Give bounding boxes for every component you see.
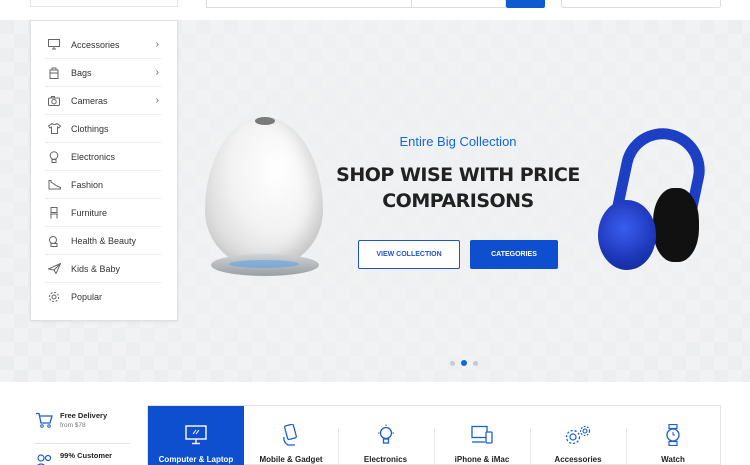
category-item-accessories[interactable]: Accessories › bbox=[45, 31, 161, 59]
chair-icon bbox=[47, 206, 61, 219]
strip-item-label: Computer & Laptop bbox=[158, 455, 234, 464]
category-item-popular[interactable]: Popular bbox=[45, 283, 161, 311]
all-categories-toggle[interactable] bbox=[30, 0, 178, 7]
chevron-right-icon: › bbox=[155, 95, 159, 106]
hero-title: SHOP WISE WITH PRICE COMPARISONS bbox=[330, 162, 586, 214]
search-input[interactable] bbox=[206, 0, 506, 8]
shoe-icon bbox=[47, 179, 61, 191]
header-strip bbox=[0, 0, 750, 20]
chevron-right-icon: › bbox=[155, 39, 159, 50]
categories-button[interactable]: CATEGORIES bbox=[470, 240, 558, 269]
strip-item-iphone-imac[interactable]: iPhone & iMac bbox=[434, 406, 530, 465]
chevron-right-icon: › bbox=[155, 67, 159, 78]
category-label: Bags bbox=[71, 67, 92, 78]
feature-title: 99% Customer bbox=[60, 451, 113, 460]
monitor-icon bbox=[185, 424, 207, 446]
category-item-kids-baby[interactable]: Kids & Baby bbox=[45, 255, 161, 283]
hand-phone-icon bbox=[281, 424, 301, 446]
speaker-body bbox=[205, 117, 323, 267]
speaker-top bbox=[255, 117, 275, 125]
feature-free-delivery: Free Delivery from $78 bbox=[30, 405, 130, 443]
category-label: Popular bbox=[71, 292, 103, 302]
category-label: Cameras bbox=[71, 95, 108, 106]
people-icon bbox=[34, 450, 54, 465]
strip-item-electronics[interactable]: Electronics bbox=[338, 406, 433, 465]
slider-dots bbox=[450, 360, 478, 366]
bulb-icon bbox=[47, 150, 61, 163]
strip-item-label: Watch bbox=[661, 455, 685, 464]
category-strip: Computer & Laptop Mobile & Gadget Electr… bbox=[147, 405, 721, 465]
hero-title-line-1: SHOP WISE WITH PRICE bbox=[336, 164, 580, 186]
slider-dot-3[interactable] bbox=[473, 360, 478, 366]
slider-dot-2[interactable] bbox=[461, 360, 467, 366]
monitor-icon bbox=[47, 39, 61, 51]
features-list: Free Delivery from $78 99% Customer bbox=[30, 405, 130, 465]
category-item-health-beauty[interactable]: Health & Beauty bbox=[45, 227, 161, 255]
search-button[interactable] bbox=[506, 0, 545, 8]
feature-title: Free Delivery bbox=[60, 411, 108, 420]
category-label: Clothings bbox=[71, 123, 109, 134]
category-item-cameras[interactable]: Cameras › bbox=[45, 87, 161, 115]
search-category-divider bbox=[411, 0, 412, 8]
speaker-product-image bbox=[205, 117, 323, 285]
category-item-fashion[interactable]: Fashion bbox=[45, 171, 161, 199]
camera-icon bbox=[47, 95, 61, 107]
category-label: Health & Beauty bbox=[71, 235, 137, 246]
strip-item-mobile-gadget[interactable]: Mobile & Gadget bbox=[244, 406, 338, 465]
strip-item-watch[interactable]: Watch bbox=[626, 406, 720, 465]
strip-item-accessories[interactable]: Accessories bbox=[530, 406, 626, 465]
strip-item-label: iPhone & iMac bbox=[454, 455, 510, 464]
watch-icon bbox=[665, 424, 681, 446]
category-item-electronics[interactable]: Electronics bbox=[45, 143, 161, 171]
bottle-icon bbox=[47, 235, 61, 247]
hero-title-line-2: COMPARISONS bbox=[382, 190, 534, 212]
headphones-cup bbox=[598, 200, 656, 270]
feature-customer: 99% Customer bbox=[30, 445, 130, 465]
headphones-product-image bbox=[598, 120, 713, 273]
strip-item-label: Mobile & Gadget bbox=[259, 455, 323, 464]
strip-item-label: Electronics bbox=[363, 455, 408, 464]
shirt-icon bbox=[47, 123, 61, 135]
category-label: Fashion bbox=[71, 179, 104, 190]
category-item-bags[interactable]: Bags › bbox=[45, 59, 161, 87]
devices-icon bbox=[471, 424, 493, 446]
category-item-furniture[interactable]: Furniture bbox=[45, 199, 161, 227]
gear-icon bbox=[47, 291, 61, 303]
slider-dot-1[interactable] bbox=[450, 360, 455, 366]
cart-icon bbox=[34, 410, 54, 430]
strip-item-label: Accessories bbox=[554, 455, 602, 464]
category-label: Furniture bbox=[71, 207, 108, 218]
headphones-cup-inner bbox=[653, 188, 699, 262]
bulb-icon bbox=[376, 424, 396, 446]
strip-item-computer-laptop[interactable]: Computer & Laptop bbox=[148, 406, 244, 465]
account-button[interactable] bbox=[561, 0, 721, 8]
category-item-clothings[interactable]: Clothings bbox=[45, 115, 161, 143]
gears-icon bbox=[564, 424, 592, 446]
speaker-light bbox=[229, 260, 299, 268]
bag-icon bbox=[47, 67, 61, 79]
view-collection-button[interactable]: VIEW COLLECTION bbox=[358, 240, 460, 269]
plane-icon bbox=[47, 263, 61, 275]
hero-subtitle: Entire Big Collection bbox=[399, 134, 517, 149]
category-menu: Accessories › Bags › Cameras › Clothings… bbox=[30, 20, 178, 321]
feature-divider bbox=[34, 443, 130, 444]
category-label: Accessories bbox=[71, 39, 120, 50]
feature-subtitle: from $78 bbox=[60, 422, 86, 429]
category-label: Kids & Baby bbox=[71, 263, 121, 274]
category-label: Electronics bbox=[71, 151, 116, 162]
